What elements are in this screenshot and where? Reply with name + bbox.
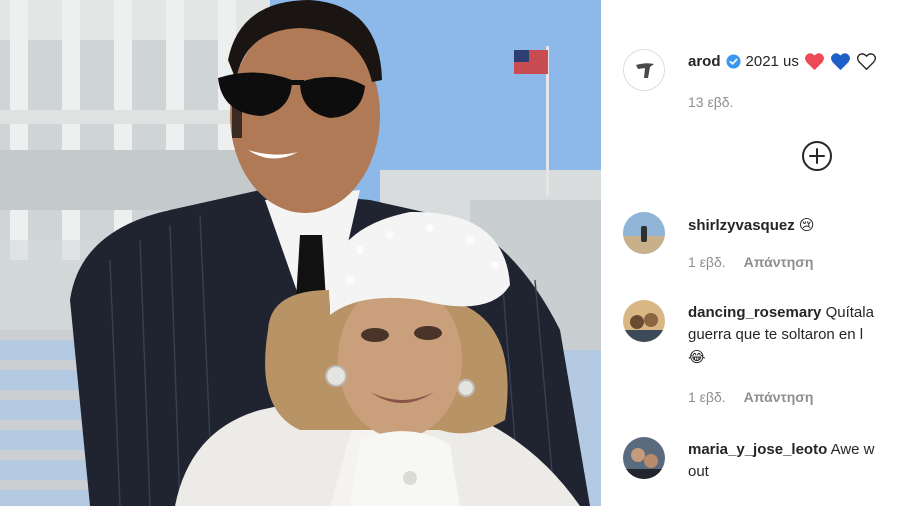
- comment-text: Quítala: [825, 304, 874, 321]
- comment-timestamp[interactable]: 1 εβδ.: [688, 389, 726, 405]
- comment-body: dancing_rosemary Quítala guerra que te s…: [688, 302, 900, 368]
- comment-text: Awe w: [830, 441, 875, 458]
- post-side-panel: arod 2021 us 13 εβδ. shirlzyvasquez 😢 1 …: [601, 0, 900, 506]
- comment-emoji: 😂: [688, 348, 706, 366]
- comment-emoji: 😢: [798, 216, 815, 234]
- comment-text-line2: guerra que te soltaron en l: [688, 326, 864, 343]
- red-heart-icon: [804, 53, 824, 71]
- post-timestamp[interactable]: 13 εβδ.: [688, 94, 733, 110]
- commenter-username[interactable]: dancing_rosemary: [688, 304, 821, 321]
- photo-illustration: [0, 0, 601, 506]
- commenter-photo: [623, 300, 665, 342]
- verified-badge-icon: [725, 54, 741, 69]
- commenter-avatar[interactable]: [623, 212, 665, 254]
- reply-button[interactable]: Απάντηση: [744, 389, 814, 405]
- comment-text-line2: out: [688, 463, 709, 480]
- post-caption: arod 2021 us 13 εβδ.: [623, 46, 900, 110]
- commenter-photo: [623, 212, 665, 254]
- add-circle-icon: [809, 148, 825, 164]
- comment-body: shirlzyvasquez 😢: [688, 214, 900, 237]
- comment-actions: 1 εβδ. Απάντηση: [688, 254, 813, 270]
- commenter-photo: [623, 437, 665, 479]
- caption-line: arod 2021 us: [688, 52, 877, 71]
- author-avatar[interactable]: [623, 49, 665, 91]
- author-username[interactable]: arod: [688, 53, 721, 70]
- comment-timestamp[interactable]: 1 εβδ.: [688, 254, 726, 270]
- load-more-comments-button[interactable]: [802, 141, 832, 171]
- comment-item: maria_y_jose_leoto Awe w out: [623, 437, 900, 497]
- comment-item: dancing_rosemary Quítala guerra que te s…: [623, 300, 900, 410]
- caption-text: 2021 us: [745, 53, 799, 70]
- blue-heart-icon: [830, 53, 850, 71]
- white-heart-icon: [856, 53, 876, 71]
- comment-body: maria_y_jose_leoto Awe w out: [688, 439, 900, 483]
- commenter-avatar[interactable]: [623, 300, 665, 342]
- author-logo-icon: [624, 50, 664, 90]
- comment-actions: 1 εβδ. Απάντηση: [688, 389, 813, 405]
- commenter-username[interactable]: maria_y_jose_leoto: [688, 441, 827, 458]
- commenter-username[interactable]: shirlzyvasquez: [688, 217, 795, 234]
- commenter-avatar[interactable]: [623, 437, 665, 479]
- comment-item: shirlzyvasquez 😢 1 εβδ. Απάντηση: [623, 212, 900, 282]
- reply-button[interactable]: Απάντηση: [744, 254, 814, 270]
- post-photo[interactable]: [0, 0, 601, 506]
